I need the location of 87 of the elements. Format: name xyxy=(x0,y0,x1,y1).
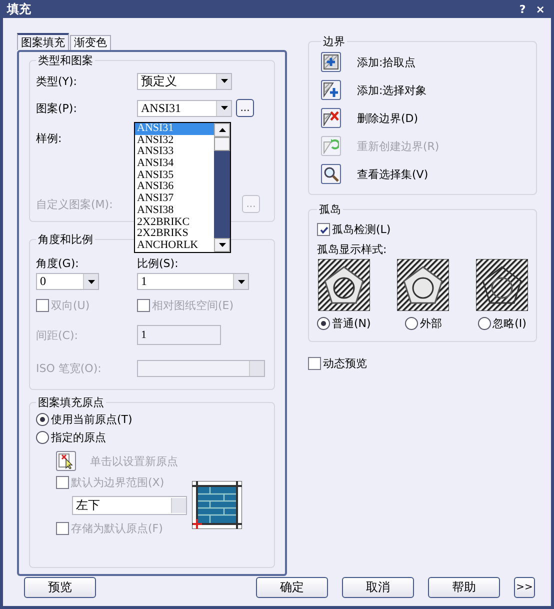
checkbox-label: 默认为边界范围(X) xyxy=(71,475,164,490)
field-label: 比例(S): xyxy=(137,256,180,271)
field-label: 类型(Y): xyxy=(36,74,78,88)
radio-button[interactable] xyxy=(317,316,330,330)
ok-button[interactable]: 确定 xyxy=(256,576,328,598)
group-title: 类型和图案 xyxy=(37,54,94,67)
island-style-icon xyxy=(397,258,450,310)
radio-label: 指定的原点 xyxy=(51,430,106,445)
field-label: ISO 笔宽(O): xyxy=(36,360,102,376)
list-item[interactable]: ANSI37 xyxy=(135,193,214,205)
radio-button[interactable] xyxy=(478,316,491,330)
caret-icon xyxy=(220,79,228,83)
island-style-icon xyxy=(476,258,528,310)
checkbox[interactable] xyxy=(317,223,330,236)
boundary-button[interactable] xyxy=(321,108,341,128)
checkbox-label: 相对图纸空间(E) xyxy=(152,298,234,313)
preview-button[interactable]: 预览 xyxy=(24,576,96,598)
field-label: 样例: xyxy=(36,130,63,146)
set-origin-label: 单击以设置新原点 xyxy=(90,454,178,468)
recreate-boundary-icon xyxy=(323,138,339,154)
list-item[interactable]: ANSI34 xyxy=(135,158,214,170)
checkbox-label: 双向(U) xyxy=(51,298,90,313)
radio-button[interactable] xyxy=(36,413,49,426)
radio-button[interactable] xyxy=(404,316,418,330)
radio-label: 使用当前原点(T) xyxy=(51,412,132,427)
arrow-up-icon xyxy=(218,128,226,132)
more-options-button[interactable]: >> xyxy=(514,576,535,598)
checkbox[interactable] xyxy=(308,356,321,370)
set-origin-button[interactable] xyxy=(56,451,76,471)
tab[interactable]: 渐变色 xyxy=(70,35,111,50)
type-dropdown[interactable]: 预定义 xyxy=(137,72,232,90)
boundary-action-label: 添加:拾取点 xyxy=(357,54,416,70)
radio-label: 外部 xyxy=(420,316,442,330)
boundary-button[interactable] xyxy=(321,52,341,72)
close-button[interactable]: × xyxy=(534,2,547,16)
boundary-action-label: 删除边界(D) xyxy=(357,110,418,126)
angle-dropdown[interactable]: 0 xyxy=(36,273,99,290)
add-object-icon xyxy=(323,82,339,98)
extent-dropdown[interactable]: 左下 xyxy=(72,496,187,515)
remove-boundary-icon xyxy=(323,110,339,126)
list-item[interactable]: 2X2BRIKC xyxy=(135,216,214,228)
arrow-down-icon xyxy=(218,243,226,247)
group-title: 边界 xyxy=(322,35,346,48)
list-item[interactable]: ANSI38 xyxy=(135,204,214,216)
radio-label: 普通(N) xyxy=(332,316,371,330)
group-title: 图案填充原点 xyxy=(37,396,105,409)
brick-pattern-icon xyxy=(192,481,242,529)
add-point-icon xyxy=(323,54,339,70)
group-title: 角度和比例 xyxy=(37,233,94,246)
cancel-button[interactable]: 取消 xyxy=(342,576,414,598)
browse-button[interactable]: ... xyxy=(236,99,254,117)
field-label: 角度(G): xyxy=(36,256,80,271)
radio-label: 忽略(I) xyxy=(492,316,526,330)
boundary-action-label: 重新创建边界(R) xyxy=(357,138,440,154)
group-title: 孤岛 xyxy=(318,203,342,216)
list-item[interactable]: 2X2BRIKS xyxy=(135,228,214,240)
search-icon xyxy=(323,166,339,182)
field-label: 孤岛显示样式: xyxy=(317,242,388,256)
help-button[interactable]: ? xyxy=(517,2,528,16)
pattern-dropdown[interactable]: ANSI31 xyxy=(137,100,232,116)
field-label: 图案(P): xyxy=(36,100,78,116)
list-item[interactable]: ANSI32 xyxy=(135,134,214,146)
list-item[interactable]: ANSI33 xyxy=(135,146,214,158)
tab[interactable]: 图案填充 xyxy=(17,33,69,50)
help-button[interactable]: 帮助 xyxy=(428,576,500,598)
checkbox-label: 动态预览 xyxy=(323,356,367,370)
boundary-action-label: 添加:选择对象 xyxy=(357,82,427,98)
boundary-button[interactable] xyxy=(321,80,341,100)
caret-icon xyxy=(88,280,94,284)
list-item[interactable]: ANSI36 xyxy=(135,181,214,194)
list-item[interactable]: ANCHORLK xyxy=(135,240,214,252)
caret-icon xyxy=(238,280,244,284)
checkbox-label: 孤岛检测(L) xyxy=(332,222,391,237)
cursor-icon xyxy=(58,453,74,469)
field-label: 间距(C): xyxy=(36,328,79,342)
checkbox-label: 存储为默认原点(F) xyxy=(71,521,163,536)
scale-dropdown[interactable]: 1 xyxy=(137,273,249,290)
scrollbar[interactable] xyxy=(214,123,230,252)
boundary-action-label: 查看选择集(V) xyxy=(357,166,428,182)
caret-icon xyxy=(220,106,228,110)
island-style-icon xyxy=(318,258,370,310)
field-label: 自定义图案(M): xyxy=(36,196,114,212)
scrollbar-thumb[interactable] xyxy=(214,137,230,151)
radio-button[interactable] xyxy=(36,431,49,444)
list-item[interactable]: ANSI35 xyxy=(135,170,214,182)
boundary-button[interactable] xyxy=(321,164,341,184)
window-title: 填充 xyxy=(7,0,31,18)
